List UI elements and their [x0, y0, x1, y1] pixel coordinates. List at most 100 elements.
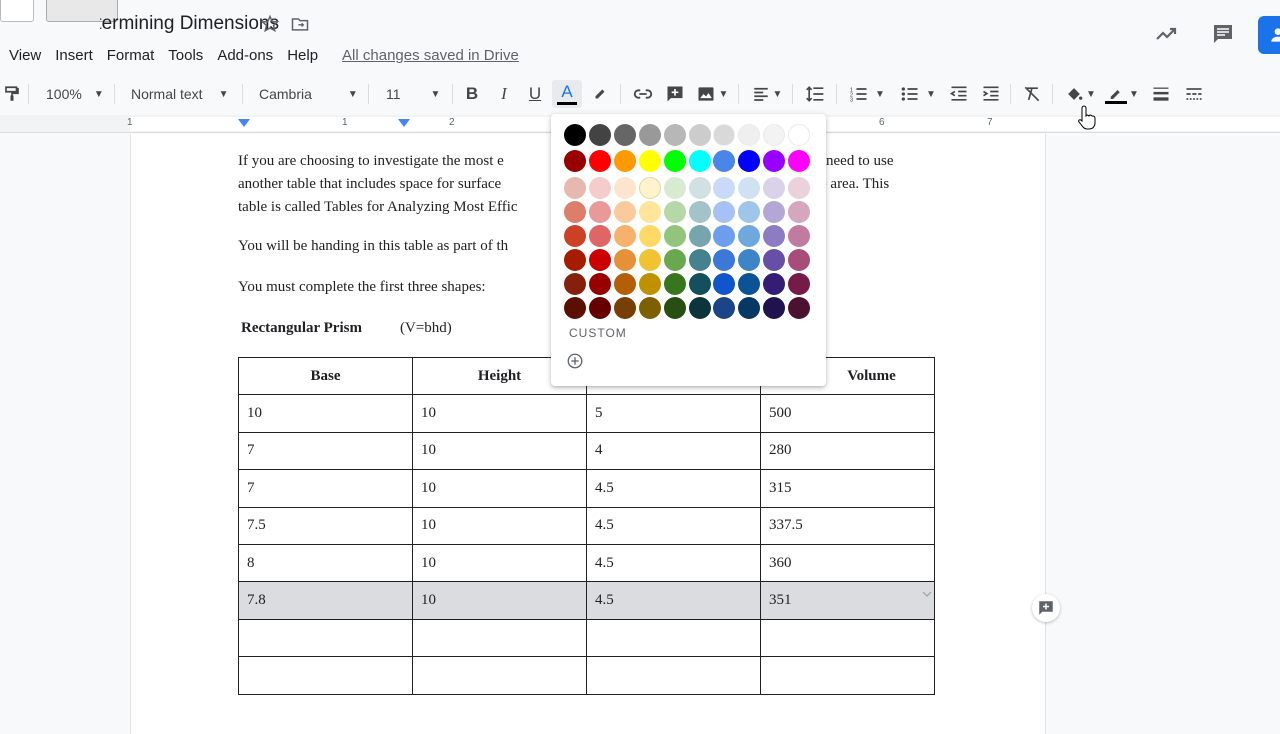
color-swatch[interactable]: [613, 150, 636, 172]
color-swatch[interactable]: [663, 201, 686, 223]
insert-comment-icon[interactable]: [664, 80, 686, 108]
activity-trend-icon[interactable]: [1154, 22, 1178, 51]
zoom-select[interactable]: 100% ▼: [46, 80, 108, 108]
table-header[interactable]: Base: [238, 356, 413, 396]
color-swatch[interactable]: [613, 249, 636, 271]
color-swatch[interactable]: [688, 150, 711, 172]
color-swatch[interactable]: [738, 201, 761, 223]
color-swatch[interactable]: [713, 249, 736, 271]
color-swatch[interactable]: [763, 273, 786, 295]
color-swatch[interactable]: [564, 124, 586, 146]
table-cell[interactable]: [760, 618, 935, 658]
color-swatch[interactable]: [688, 273, 711, 295]
color-swatch[interactable]: [788, 273, 811, 295]
border-color-icon[interactable]: ▼: [1104, 80, 1140, 108]
color-swatch[interactable]: [688, 201, 711, 223]
table-cell[interactable]: 4.5: [586, 469, 761, 508]
color-swatch[interactable]: [738, 273, 761, 295]
table-cell[interactable]: 10: [412, 394, 587, 433]
color-swatch[interactable]: [688, 177, 711, 199]
paint-format-icon[interactable]: [2, 80, 22, 108]
color-swatch[interactable]: [713, 124, 736, 146]
color-swatch[interactable]: [688, 297, 711, 319]
add-custom-color-icon[interactable]: [566, 352, 586, 372]
color-swatch[interactable]: [763, 249, 786, 271]
color-swatch[interactable]: [663, 225, 686, 247]
insert-link-icon[interactable]: [631, 80, 655, 108]
color-swatch[interactable]: [638, 273, 661, 295]
color-swatch[interactable]: [613, 124, 636, 146]
color-swatch[interactable]: [788, 297, 811, 319]
table-cell[interactable]: [238, 656, 413, 695]
numbered-list-icon[interactable]: 1 2 3 ▼: [847, 80, 887, 108]
table-cell[interactable]: 7: [238, 469, 413, 508]
table-cell[interactable]: 4.5: [586, 506, 761, 545]
color-swatch[interactable]: [713, 297, 736, 319]
table-cell[interactable]: [586, 656, 761, 695]
color-swatch[interactable]: [788, 177, 811, 199]
color-swatch[interactable]: [713, 150, 736, 172]
color-swatch[interactable]: [788, 225, 811, 247]
color-swatch[interactable]: [564, 297, 586, 319]
color-swatch[interactable]: [638, 124, 661, 146]
color-swatch[interactable]: [663, 249, 686, 271]
color-swatch[interactable]: [663, 124, 686, 146]
color-swatch[interactable]: [688, 249, 711, 271]
color-swatch[interactable]: [588, 225, 611, 247]
menu-addons[interactable]: Add-ons: [217, 47, 273, 64]
style-select[interactable]: Normal text ▼: [131, 80, 235, 108]
color-swatch[interactable]: [738, 124, 761, 146]
move-folder-icon[interactable]: [290, 14, 312, 36]
color-swatch[interactable]: [588, 273, 611, 295]
menu-tools[interactable]: Tools: [168, 47, 203, 64]
table-cell[interactable]: 280: [760, 431, 935, 471]
color-swatch[interactable]: [564, 177, 586, 199]
table-cell[interactable]: 337.5: [760, 506, 935, 545]
border-width-icon[interactable]: [1150, 80, 1172, 108]
color-swatch[interactable]: [713, 273, 736, 295]
table-cell[interactable]: 10: [412, 506, 587, 545]
table-cell[interactable]: 8: [238, 543, 413, 583]
table-cell[interactable]: 10: [412, 431, 587, 471]
color-swatch[interactable]: [638, 297, 661, 319]
highlight-color-icon[interactable]: [590, 80, 610, 108]
menu-insert[interactable]: Insert: [55, 47, 93, 64]
cell-options-chevron-icon[interactable]: [920, 586, 934, 597]
color-swatch[interactable]: [564, 273, 586, 295]
color-swatch[interactable]: [788, 150, 811, 172]
menu-help[interactable]: Help: [287, 47, 318, 64]
table-cell[interactable]: 500: [760, 394, 935, 433]
color-swatch[interactable]: [638, 225, 661, 247]
table-cell[interactable]: 10: [412, 469, 587, 508]
table-cell[interactable]: 360: [760, 543, 935, 583]
clear-formatting-icon[interactable]: [1021, 80, 1043, 108]
font-select[interactable]: Cambria ▼: [259, 80, 361, 108]
document-title[interactable]: Determining Dimensions: [100, 13, 279, 35]
increase-indent-icon[interactable]: [980, 80, 1002, 108]
comments-icon[interactable]: [1211, 22, 1235, 51]
save-status[interactable]: All changes saved in Drive: [342, 47, 519, 64]
color-swatch[interactable]: [738, 225, 761, 247]
color-swatch[interactable]: [663, 297, 686, 319]
color-swatch[interactable]: [663, 273, 686, 295]
color-swatch[interactable]: [738, 249, 761, 271]
color-swatch[interactable]: [788, 124, 811, 146]
color-swatch[interactable]: [613, 201, 636, 223]
color-swatch[interactable]: [763, 150, 786, 172]
menu-view[interactable]: View: [9, 47, 41, 64]
table-cell[interactable]: 4.5: [586, 581, 761, 620]
table-cell[interactable]: 7: [238, 431, 413, 471]
color-swatch[interactable]: [588, 201, 611, 223]
color-swatch[interactable]: [713, 225, 736, 247]
right-indent-marker[interactable]: [398, 119, 410, 127]
color-swatch[interactable]: [588, 249, 611, 271]
table-cell[interactable]: 351: [760, 581, 935, 620]
color-swatch[interactable]: [613, 297, 636, 319]
color-swatch[interactable]: [613, 273, 636, 295]
color-swatch[interactable]: [663, 177, 686, 199]
table-cell[interactable]: [586, 618, 761, 658]
bulleted-list-icon[interactable]: ▼: [898, 80, 938, 108]
color-swatch[interactable]: [763, 124, 786, 146]
color-swatch[interactable]: [588, 124, 611, 146]
color-swatch[interactable]: [763, 225, 786, 247]
